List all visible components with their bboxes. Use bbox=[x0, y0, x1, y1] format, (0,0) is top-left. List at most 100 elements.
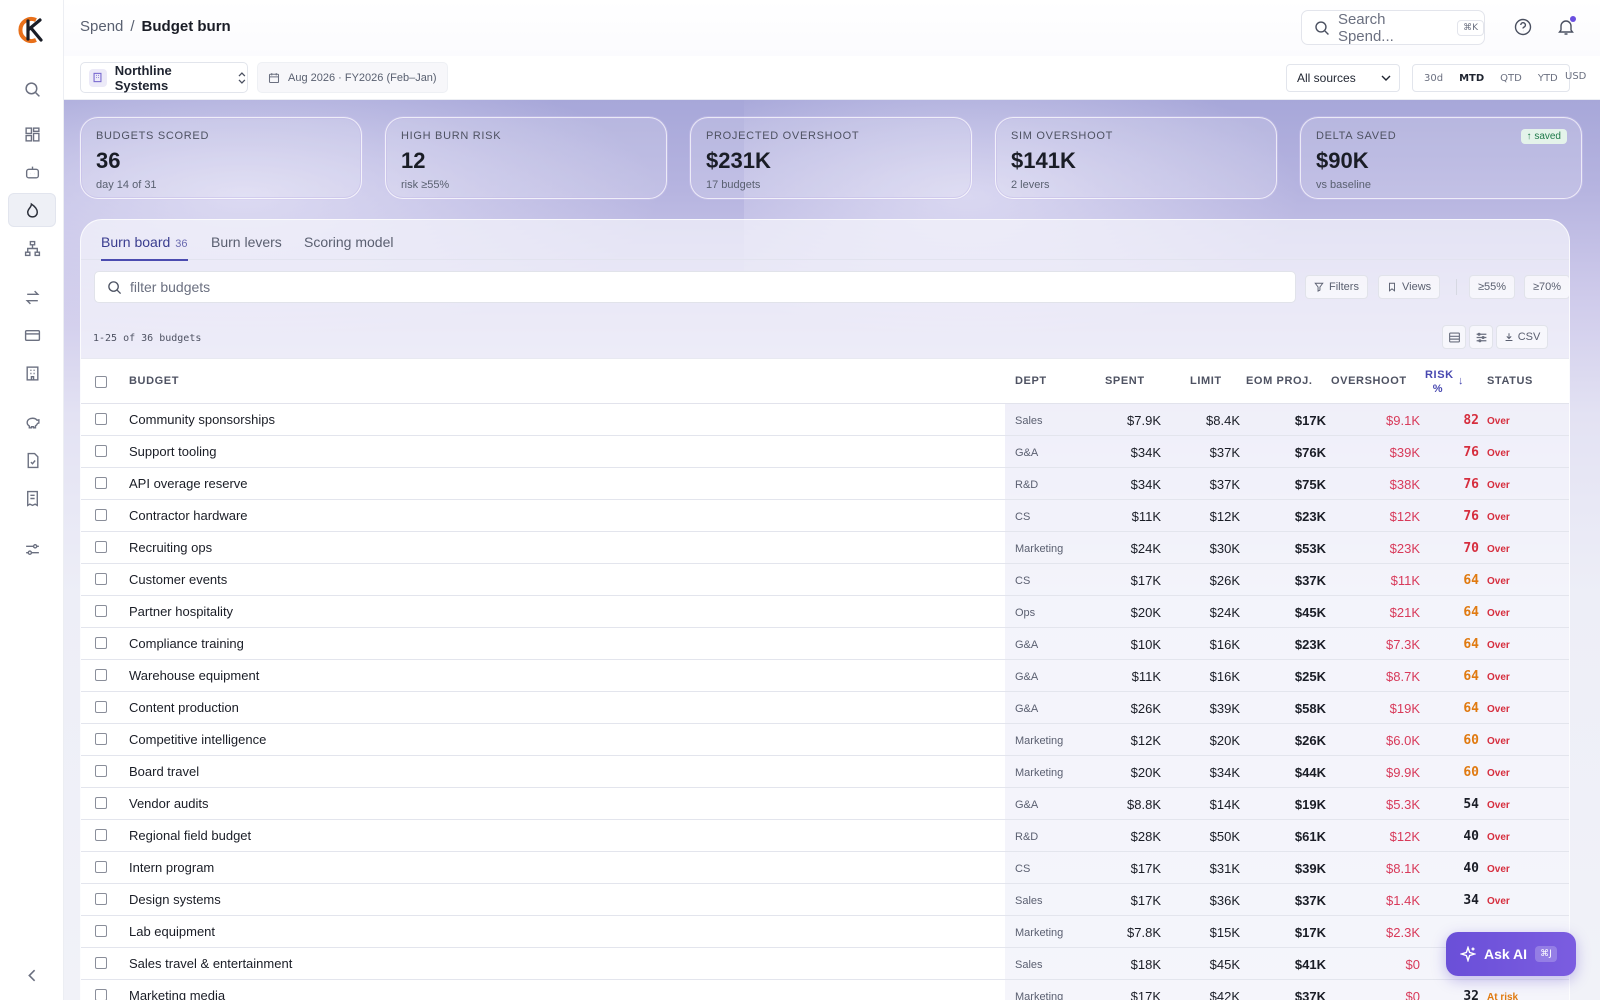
row-checkbox[interactable] bbox=[95, 669, 107, 681]
row-checkbox[interactable] bbox=[95, 989, 107, 1000]
document-check-icon[interactable] bbox=[8, 443, 56, 477]
col-limit[interactable]: Limit bbox=[1190, 375, 1222, 387]
col-status[interactable]: Status bbox=[1487, 375, 1533, 387]
col-overshoot[interactable]: Overshoot bbox=[1331, 375, 1407, 387]
budget-name[interactable]: Contractor hardware bbox=[119, 500, 1005, 531]
table-row[interactable]: Contractor hardware CS $11K $12K $23K $12K 76 O… bbox=[81, 500, 1569, 532]
table-row[interactable]: Recruiting ops Marketing $24K $30K $53K $23K 7… bbox=[81, 532, 1569, 564]
budget-name[interactable]: Support tooling bbox=[119, 436, 1005, 467]
risk-chip-70[interactable]: ≥70% bbox=[1524, 275, 1569, 299]
columns-button[interactable] bbox=[1469, 325, 1493, 349]
col-spent[interactable]: Spent bbox=[1105, 375, 1145, 387]
table-row[interactable]: Regional field budget R&D $28K $50K $61K $12K… bbox=[81, 820, 1569, 852]
row-checkbox[interactable] bbox=[95, 573, 107, 585]
table-row[interactable]: Design systems Sales $17K $36K $37K $1.4K 34 Ov… bbox=[81, 884, 1569, 916]
notifications-button[interactable] bbox=[1556, 16, 1576, 37]
table-row[interactable]: Vendor audits G&A $8.8K $14K $19K $5.3K 54 Over bbox=[81, 788, 1569, 820]
tab-burn-board[interactable]: Burn board 36 bbox=[101, 234, 188, 261]
table-row[interactable]: Partner hospitality Ops $20K $24K $45K $21K 64… bbox=[81, 596, 1569, 628]
sources-select[interactable]: All sources bbox=[1286, 64, 1400, 92]
dashboard-icon[interactable] bbox=[8, 117, 56, 151]
ask-ai-button[interactable]: Ask AI ⌘J bbox=[1446, 932, 1576, 976]
tab-scoring-model[interactable]: Scoring model bbox=[304, 234, 394, 259]
entity-selector[interactable]: Northline Systems bbox=[80, 62, 248, 93]
budget-name[interactable]: Partner hospitality bbox=[119, 596, 1005, 627]
table-row[interactable]: Support tooling G&A $34K $37K $76K $39K 76 Over bbox=[81, 436, 1569, 468]
table-row[interactable]: Warehouse equipment G&A $11K $16K $25K $8.7K 6… bbox=[81, 660, 1569, 692]
budget-name[interactable]: API overage reserve bbox=[119, 468, 1005, 499]
filter-budgets-input[interactable]: filter budgets bbox=[94, 271, 1296, 303]
help-icon[interactable] bbox=[1513, 17, 1533, 37]
row-checkbox[interactable] bbox=[95, 637, 107, 649]
table-row[interactable]: Lab equipment Marketing $7.8K $15K $17K $2.3K bbox=[81, 916, 1569, 948]
table-row[interactable]: API overage reserve R&D $34K $37K $75K $38K 76… bbox=[81, 468, 1569, 500]
row-checkbox[interactable] bbox=[95, 605, 107, 617]
table-row[interactable]: Compliance training G&A $10K $16K $23K $7.3K 6… bbox=[81, 628, 1569, 660]
row-checkbox[interactable] bbox=[95, 541, 107, 553]
receipt-icon[interactable] bbox=[8, 481, 56, 515]
period-selector[interactable]: Aug 2026 · FY2026 (Feb–Jan) bbox=[257, 62, 448, 93]
row-checkbox[interactable] bbox=[95, 829, 107, 841]
risk-chip-55[interactable]: ≥55% bbox=[1469, 275, 1516, 299]
budget-name[interactable]: Recruiting ops bbox=[119, 532, 1005, 563]
row-checkbox[interactable] bbox=[95, 861, 107, 873]
row-checkbox[interactable] bbox=[95, 733, 107, 745]
row-checkbox[interactable] bbox=[95, 957, 107, 969]
budget-name[interactable]: Lab equipment bbox=[119, 916, 1005, 947]
tab-burn-levers[interactable]: Burn levers bbox=[211, 234, 282, 259]
range-qtd[interactable]: QTD bbox=[1492, 69, 1530, 88]
piggy-bank-icon[interactable] bbox=[8, 405, 56, 439]
row-checkbox[interactable] bbox=[95, 765, 107, 777]
budget-name[interactable]: Content production bbox=[119, 692, 1005, 723]
budget-name[interactable]: Regional field budget bbox=[119, 820, 1005, 851]
table-row[interactable]: Sales travel & entertainment Sales $18K $45… bbox=[81, 948, 1569, 980]
col-budget[interactable]: Budget bbox=[129, 375, 179, 387]
budget-name[interactable]: Marketing media bbox=[119, 980, 1005, 1000]
table-row[interactable]: Competitive intelligence Marketing $12K $20… bbox=[81, 724, 1569, 756]
budget-name[interactable]: Competitive intelligence bbox=[119, 724, 1005, 755]
budget-name[interactable]: Sales travel & entertainment bbox=[119, 948, 1005, 979]
global-search-input[interactable]: Search Spend... ⌘K bbox=[1301, 10, 1485, 45]
row-checkbox[interactable] bbox=[95, 413, 107, 425]
budget-name[interactable]: Warehouse equipment bbox=[119, 660, 1005, 691]
app-logo[interactable] bbox=[16, 16, 48, 44]
table-row[interactable]: Intern program CS $17K $31K $39K $8.1K 40 Over bbox=[81, 852, 1569, 884]
budget-name[interactable]: Design systems bbox=[119, 884, 1005, 915]
transfer-icon[interactable] bbox=[8, 280, 56, 314]
row-checkbox[interactable] bbox=[95, 893, 107, 905]
density-button[interactable] bbox=[1442, 325, 1466, 349]
select-all-checkbox[interactable] bbox=[95, 376, 107, 388]
budget-name[interactable]: Compliance training bbox=[119, 628, 1005, 659]
row-checkbox[interactable] bbox=[95, 797, 107, 809]
table-row[interactable]: Content production G&A $26K $39K $58K $19K 64 O… bbox=[81, 692, 1569, 724]
range-mtd[interactable]: MTD bbox=[1451, 69, 1492, 88]
budget-name[interactable]: Board travel bbox=[119, 756, 1005, 787]
collapse-sidebar-icon[interactable] bbox=[8, 958, 56, 992]
sliders-icon[interactable] bbox=[8, 532, 56, 566]
csv-export-button[interactable]: CSV bbox=[1496, 325, 1548, 349]
row-checkbox[interactable] bbox=[95, 509, 107, 521]
card-icon[interactable] bbox=[8, 318, 56, 352]
budget-name[interactable]: Vendor audits bbox=[119, 788, 1005, 819]
bot-icon[interactable] bbox=[8, 155, 56, 189]
org-chart-icon[interactable] bbox=[8, 231, 56, 265]
table-row[interactable]: Marketing media Marketing $17K $42K $37K $0 32… bbox=[81, 980, 1569, 1000]
currency-label[interactable]: USD bbox=[1565, 71, 1586, 82]
filters-button[interactable]: Filters bbox=[1305, 275, 1368, 299]
table-row[interactable]: Community sponsorships Sales $7.9K $8.4K $17… bbox=[81, 404, 1569, 436]
search-icon[interactable] bbox=[8, 72, 56, 106]
table-row[interactable]: Customer events CS $17K $26K $37K $11K 64 Over bbox=[81, 564, 1569, 596]
flame-icon[interactable] bbox=[8, 193, 56, 227]
col-risk[interactable]: Risk % bbox=[1425, 368, 1453, 396]
row-checkbox[interactable] bbox=[95, 445, 107, 457]
range-30d[interactable]: 30d bbox=[1416, 69, 1451, 88]
budget-name[interactable]: Intern program bbox=[119, 852, 1005, 883]
sort-down-icon[interactable]: ↓ bbox=[1458, 375, 1464, 387]
col-eom-proj[interactable]: EOM proj. bbox=[1246, 375, 1313, 387]
range-ytd[interactable]: YTD bbox=[1530, 69, 1566, 88]
col-dept[interactable]: Dept bbox=[1015, 375, 1047, 387]
building-icon[interactable] bbox=[8, 356, 56, 390]
views-button[interactable]: Views bbox=[1378, 275, 1441, 299]
table-row[interactable]: Board travel Marketing $20K $34K $44K $9.9K 60… bbox=[81, 756, 1569, 788]
breadcrumb-spend[interactable]: Spend bbox=[80, 18, 123, 35]
